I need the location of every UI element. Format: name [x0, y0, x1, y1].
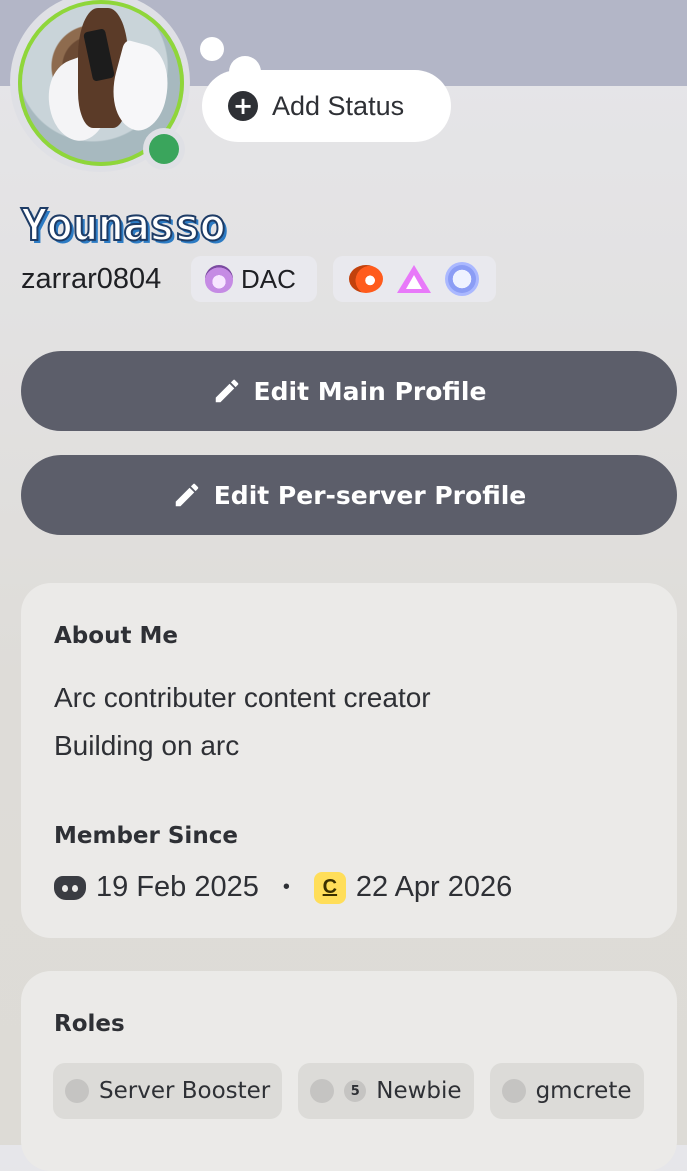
role-list: Server Booster 5 Newbie gmcrete [53, 1063, 644, 1119]
role-label: gmcrete [535, 1078, 632, 1104]
clan-flame-icon [205, 265, 233, 293]
role-color-dot [65, 1079, 89, 1103]
role-chip[interactable]: Server Booster [53, 1063, 283, 1119]
online-status-indicator [143, 128, 185, 170]
display-name: Younasso [20, 199, 227, 252]
role-color-dot [310, 1079, 335, 1103]
badge-list [333, 256, 496, 302]
about-card: About Me Arc contributer content creator… [21, 583, 677, 938]
pencil-icon [175, 483, 198, 507]
add-status-label: Add Status [272, 90, 405, 121]
clan-tag[interactable]: DAC [191, 256, 317, 302]
about-line: Building on arc [54, 730, 240, 761]
separator-dot: • [282, 876, 290, 898]
role-chip[interactable]: 5 Newbie [298, 1063, 474, 1119]
username: zarrar0804 [21, 263, 162, 295]
role-label: Newbie [376, 1078, 462, 1104]
edit-main-profile-label: Edit Main Profile [253, 376, 487, 406]
role-color-dot [501, 1079, 526, 1103]
role-label: Server Booster [99, 1078, 271, 1104]
roles-title: Roles [54, 1011, 125, 1037]
nitro-boost-badge-icon[interactable] [349, 265, 383, 293]
discord-logo-icon [54, 875, 86, 900]
role-level-badge: 5 [344, 1080, 367, 1102]
member-since-title: Member Since [54, 823, 238, 849]
edit-server-profile-label: Edit Per-server Profile [213, 480, 527, 510]
plus-circle-icon: + [228, 91, 258, 121]
about-line: Arc contributer content creator [54, 682, 431, 713]
member-since-row: 19 Feb 2025 • C 22 Apr 2026 [54, 871, 512, 904]
server-join-date: 22 Apr 2026 [355, 871, 513, 903]
edit-server-profile-button[interactable]: Edit Per-server Profile [21, 455, 677, 535]
server-icon: C [313, 871, 346, 904]
clan-tag-label: DAC [241, 263, 296, 294]
add-status-button[interactable]: + Add Status [202, 70, 451, 142]
pencil-icon [215, 379, 238, 403]
status-bubble-small [200, 37, 224, 61]
roles-card: Roles Server Booster 5 Newbie gmcrete [21, 971, 677, 1171]
role-chip[interactable]: gmcrete [489, 1063, 644, 1119]
about-title: About Me [54, 623, 178, 649]
discord-join-date: 19 Feb 2025 [96, 871, 259, 903]
edit-main-profile-button[interactable]: Edit Main Profile [21, 351, 677, 431]
quest-badge-icon[interactable] [397, 265, 431, 293]
hypesquad-badge-icon[interactable] [445, 262, 479, 296]
